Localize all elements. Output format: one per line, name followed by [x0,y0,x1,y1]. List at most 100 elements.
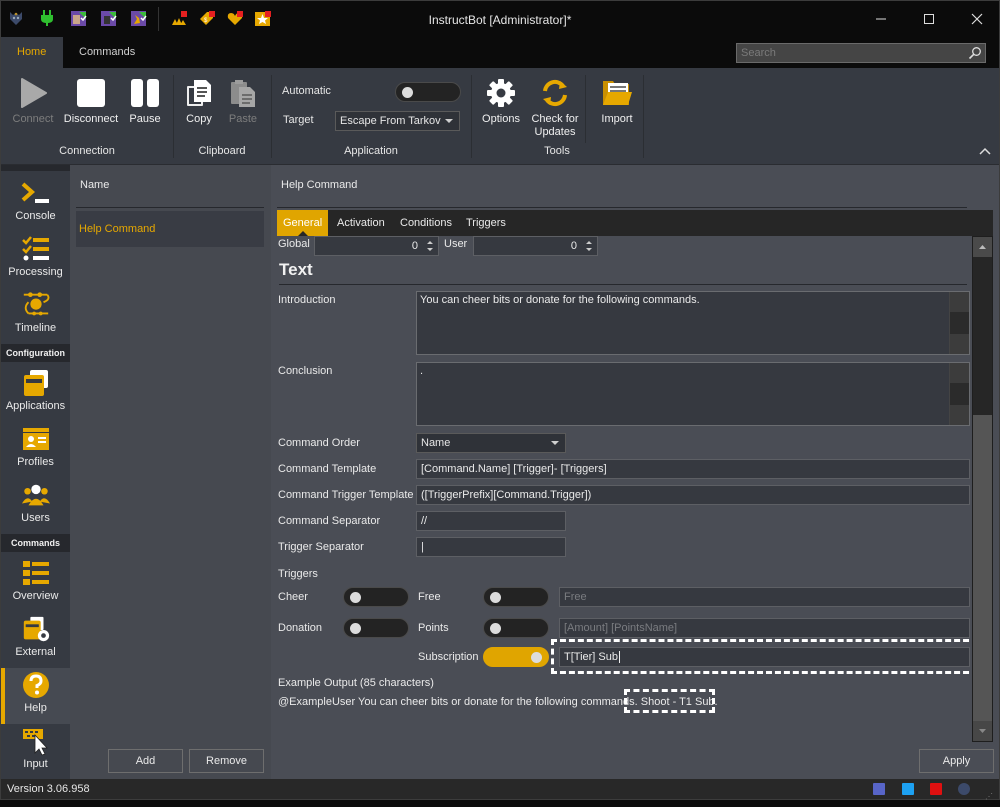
title-bar: $ InstructBot [Administrator]* [1,1,999,37]
points-input[interactable]: [Amount] [PointsName] [559,618,970,638]
stop-icon [77,79,105,107]
add-button[interactable]: Add [108,749,183,773]
tab-conditions[interactable]: Conditions [394,210,458,236]
textarea-scrollbar[interactable] [949,363,969,425]
scroll-down-button[interactable] [973,721,992,741]
nav-item-processing[interactable]: Processing [1,232,70,288]
tab-activation[interactable]: Activation [331,210,391,236]
nav-item-input[interactable]: Input [1,724,70,779]
timeline-icon [23,292,49,316]
disconnect-button[interactable]: Disconnect [63,76,119,126]
tab-general[interactable]: General [277,210,329,236]
scrollbar-thumb[interactable] [973,415,992,721]
applications-icon [23,370,48,396]
list-item[interactable]: Help Command [76,211,264,247]
command-trigger-template-input[interactable]: ([TriggerPrefix][Command.Trigger]) [416,485,970,505]
nav-item-console[interactable]: Console [1,176,70,232]
points-toggle[interactable] [483,618,549,638]
cheer-toggle[interactable] [343,587,409,607]
subscription-toggle[interactable] [483,647,549,667]
command-separator-input[interactable]: // [416,511,566,531]
import-label: Import [601,113,633,125]
app-logo-icon[interactable] [958,783,970,795]
subscription-input[interactable]: T[Tier] Sub [559,647,970,667]
nav-item-external[interactable]: External [1,612,70,668]
command-detail-panel: Help Command General Activation Conditio… [271,165,999,779]
nav-label: External [15,646,56,658]
keyboard-pointer-icon [22,729,48,756]
nav-item-profiles[interactable]: Profiles [1,422,70,478]
ribbon-tab-home[interactable]: Home [1,37,63,68]
nav-item-timeline[interactable]: Timeline [1,288,70,344]
automatic-toggle[interactable] [395,82,461,102]
nav-item-users[interactable]: Users [1,478,70,534]
ribbon-separator [643,75,644,158]
nav-section-interaction: Interaction [1,165,70,171]
nav-item-overview[interactable]: Overview [1,556,70,612]
user-cooldown-input[interactable]: 0 [473,236,598,256]
remove-button[interactable]: Remove [189,749,264,773]
pause-button[interactable]: Pause [127,76,163,126]
copy-button[interactable]: Copy [181,76,217,126]
twitter-icon[interactable] [902,783,914,795]
scroll-up-button[interactable] [973,237,992,257]
options-button[interactable]: Options [479,76,523,126]
user-cooldown-value: 0 [570,240,577,252]
check-updates-label-1: Check for [531,113,579,125]
subscription-value: T[Tier] Sub [564,651,618,663]
user-cooldown-label: User [444,238,468,250]
conclusion-textarea[interactable]: . [416,362,970,426]
import-button[interactable]: Import [595,76,639,126]
close-button[interactable] [955,5,999,33]
nav-label: Users [21,512,50,524]
collapse-ribbon-icon[interactable] [979,146,991,158]
console-icon [21,182,49,203]
checklist-icon [21,236,49,261]
tab-triggers[interactable]: Triggers [460,210,512,236]
ribbon-tab-commands[interactable]: Commands [63,37,151,68]
connection-group-label: Connection [59,145,115,157]
command-template-input[interactable]: [Command.Name] [Trigger]- [Triggers] [416,459,970,479]
trigger-separator-input[interactable]: | [416,537,566,557]
introduction-textarea[interactable]: You can cheer bits or donate for the fol… [416,291,970,355]
list-column-header[interactable]: Name [80,179,109,191]
maximize-button[interactable] [907,5,951,33]
app-window: $ InstructBot [Administrator]* Home Comm… [0,0,1000,801]
minimize-button[interactable] [859,5,903,33]
detail-tab-bar: General Activation Conditions Triggers [277,210,993,236]
pause-icon [131,79,159,107]
ribbon: Connect Disconnect Pause Connection Copy… [1,68,999,165]
profile-card-icon [22,428,49,450]
text-cursor [619,651,620,663]
resize-grip-icon[interactable]: ⋰ [985,787,993,807]
spinner-arrows-icon [586,241,592,251]
global-cooldown-input[interactable]: 0 [314,236,439,256]
application-group-label: Application [344,145,398,157]
discord-icon[interactable] [873,783,885,795]
check-updates-button[interactable]: Check for Updates [527,76,583,139]
detail-scrollbar[interactable] [972,236,993,742]
left-nav: Interaction Console Processing Timeline … [1,165,70,779]
textarea-scrollbar[interactable] [949,292,969,354]
triggers-label: Triggers [278,568,318,580]
nav-label: Profiles [17,456,54,468]
connect-label: Connect [12,113,54,125]
cheer-label: Cheer [278,591,308,603]
connect-button[interactable]: Connect [11,76,55,126]
global-cooldown-value: 0 [411,240,418,252]
free-toggle[interactable] [483,587,549,607]
donation-toggle[interactable] [343,618,409,638]
apply-button[interactable]: Apply [919,749,994,773]
nav-item-help[interactable]: Help [1,668,70,724]
paste-button[interactable]: Paste [225,76,261,126]
free-input[interactable]: Free [559,587,970,607]
minimize-icon [876,18,886,20]
search-input[interactable]: Search [736,43,986,63]
conclusion-label: Conclusion [278,365,333,377]
command-order-select[interactable]: Name [416,433,566,453]
target-select[interactable]: Escape From Tarkov [335,111,460,131]
youtube-icon[interactable] [930,783,942,795]
nav-item-applications[interactable]: Applications [1,366,70,422]
introduction-value: You can cheer bits or donate for the fol… [420,294,700,306]
users-icon [21,484,50,506]
